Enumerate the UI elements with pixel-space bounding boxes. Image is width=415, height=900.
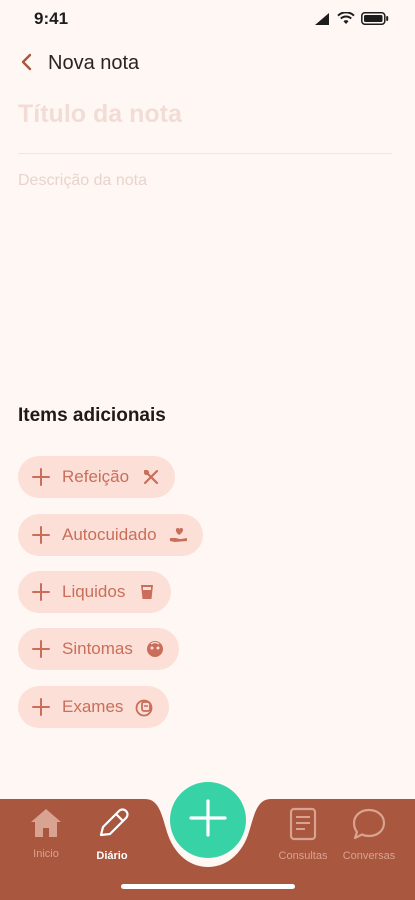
- plus-icon: [30, 581, 52, 603]
- note-title-input[interactable]: [18, 100, 390, 129]
- add-sintomas-button[interactable]: Sintomas: [18, 628, 179, 670]
- plus-icon: [30, 524, 52, 546]
- additional-items-title: Items adicionais: [18, 405, 166, 426]
- plus-icon: [188, 798, 228, 843]
- cup-icon: [137, 582, 157, 602]
- plus-icon: [30, 466, 52, 488]
- plus-icon: [30, 696, 52, 718]
- home-indicator: [121, 884, 295, 889]
- cellular-signal-icon: [315, 12, 331, 30]
- wifi-icon: [337, 11, 355, 30]
- tab-label: Diário: [96, 850, 128, 862]
- back-button[interactable]: [14, 50, 38, 78]
- page-title: Nova nota: [48, 52, 140, 74]
- face-icon: [145, 639, 165, 659]
- chip-label: Sintomas: [62, 639, 133, 658]
- chip-label: Liquidos: [62, 582, 126, 601]
- test-tube-icon: [135, 697, 155, 717]
- status-time: 9:41: [34, 9, 69, 28]
- tab-label: Conversas: [342, 850, 396, 862]
- add-refeicao-button[interactable]: Refeição: [18, 456, 176, 498]
- tab-inicio[interactable]: Inicio: [11, 807, 81, 860]
- battery-icon: [361, 12, 389, 30]
- plus-icon: [30, 638, 52, 660]
- document-icon: [288, 807, 318, 846]
- hand-heart-icon: [169, 525, 189, 545]
- pencil-icon: [95, 807, 129, 846]
- chevron-left-icon: [20, 53, 32, 76]
- tab-diario[interactable]: Diário: [77, 807, 147, 862]
- add-autocuidado-button[interactable]: Autocuidado: [18, 514, 203, 556]
- chat-icon: [351, 807, 387, 846]
- tab-label: Inicio: [33, 848, 59, 860]
- chip-label: Exames: [62, 697, 124, 716]
- chip-label: Refeição: [62, 467, 130, 486]
- divider: [18, 153, 392, 154]
- header: Nova nota: [0, 46, 415, 82]
- home-icon: [29, 807, 63, 844]
- chip-label: Autocuidado: [62, 525, 157, 544]
- tab-conversas[interactable]: Conversas: [334, 807, 404, 862]
- add-note-fab-button[interactable]: [170, 782, 246, 858]
- status-icons: [315, 11, 389, 30]
- status-bar: 9:41: [0, 0, 415, 40]
- add-exames-button[interactable]: Exames: [18, 686, 170, 728]
- add-liquidos-button[interactable]: Liquidos: [18, 571, 172, 613]
- utensils-icon: [141, 467, 161, 487]
- note-description-input[interactable]: [18, 172, 390, 382]
- tab-consultas[interactable]: Consultas: [268, 807, 338, 862]
- tab-label: Consultas: [278, 850, 328, 862]
